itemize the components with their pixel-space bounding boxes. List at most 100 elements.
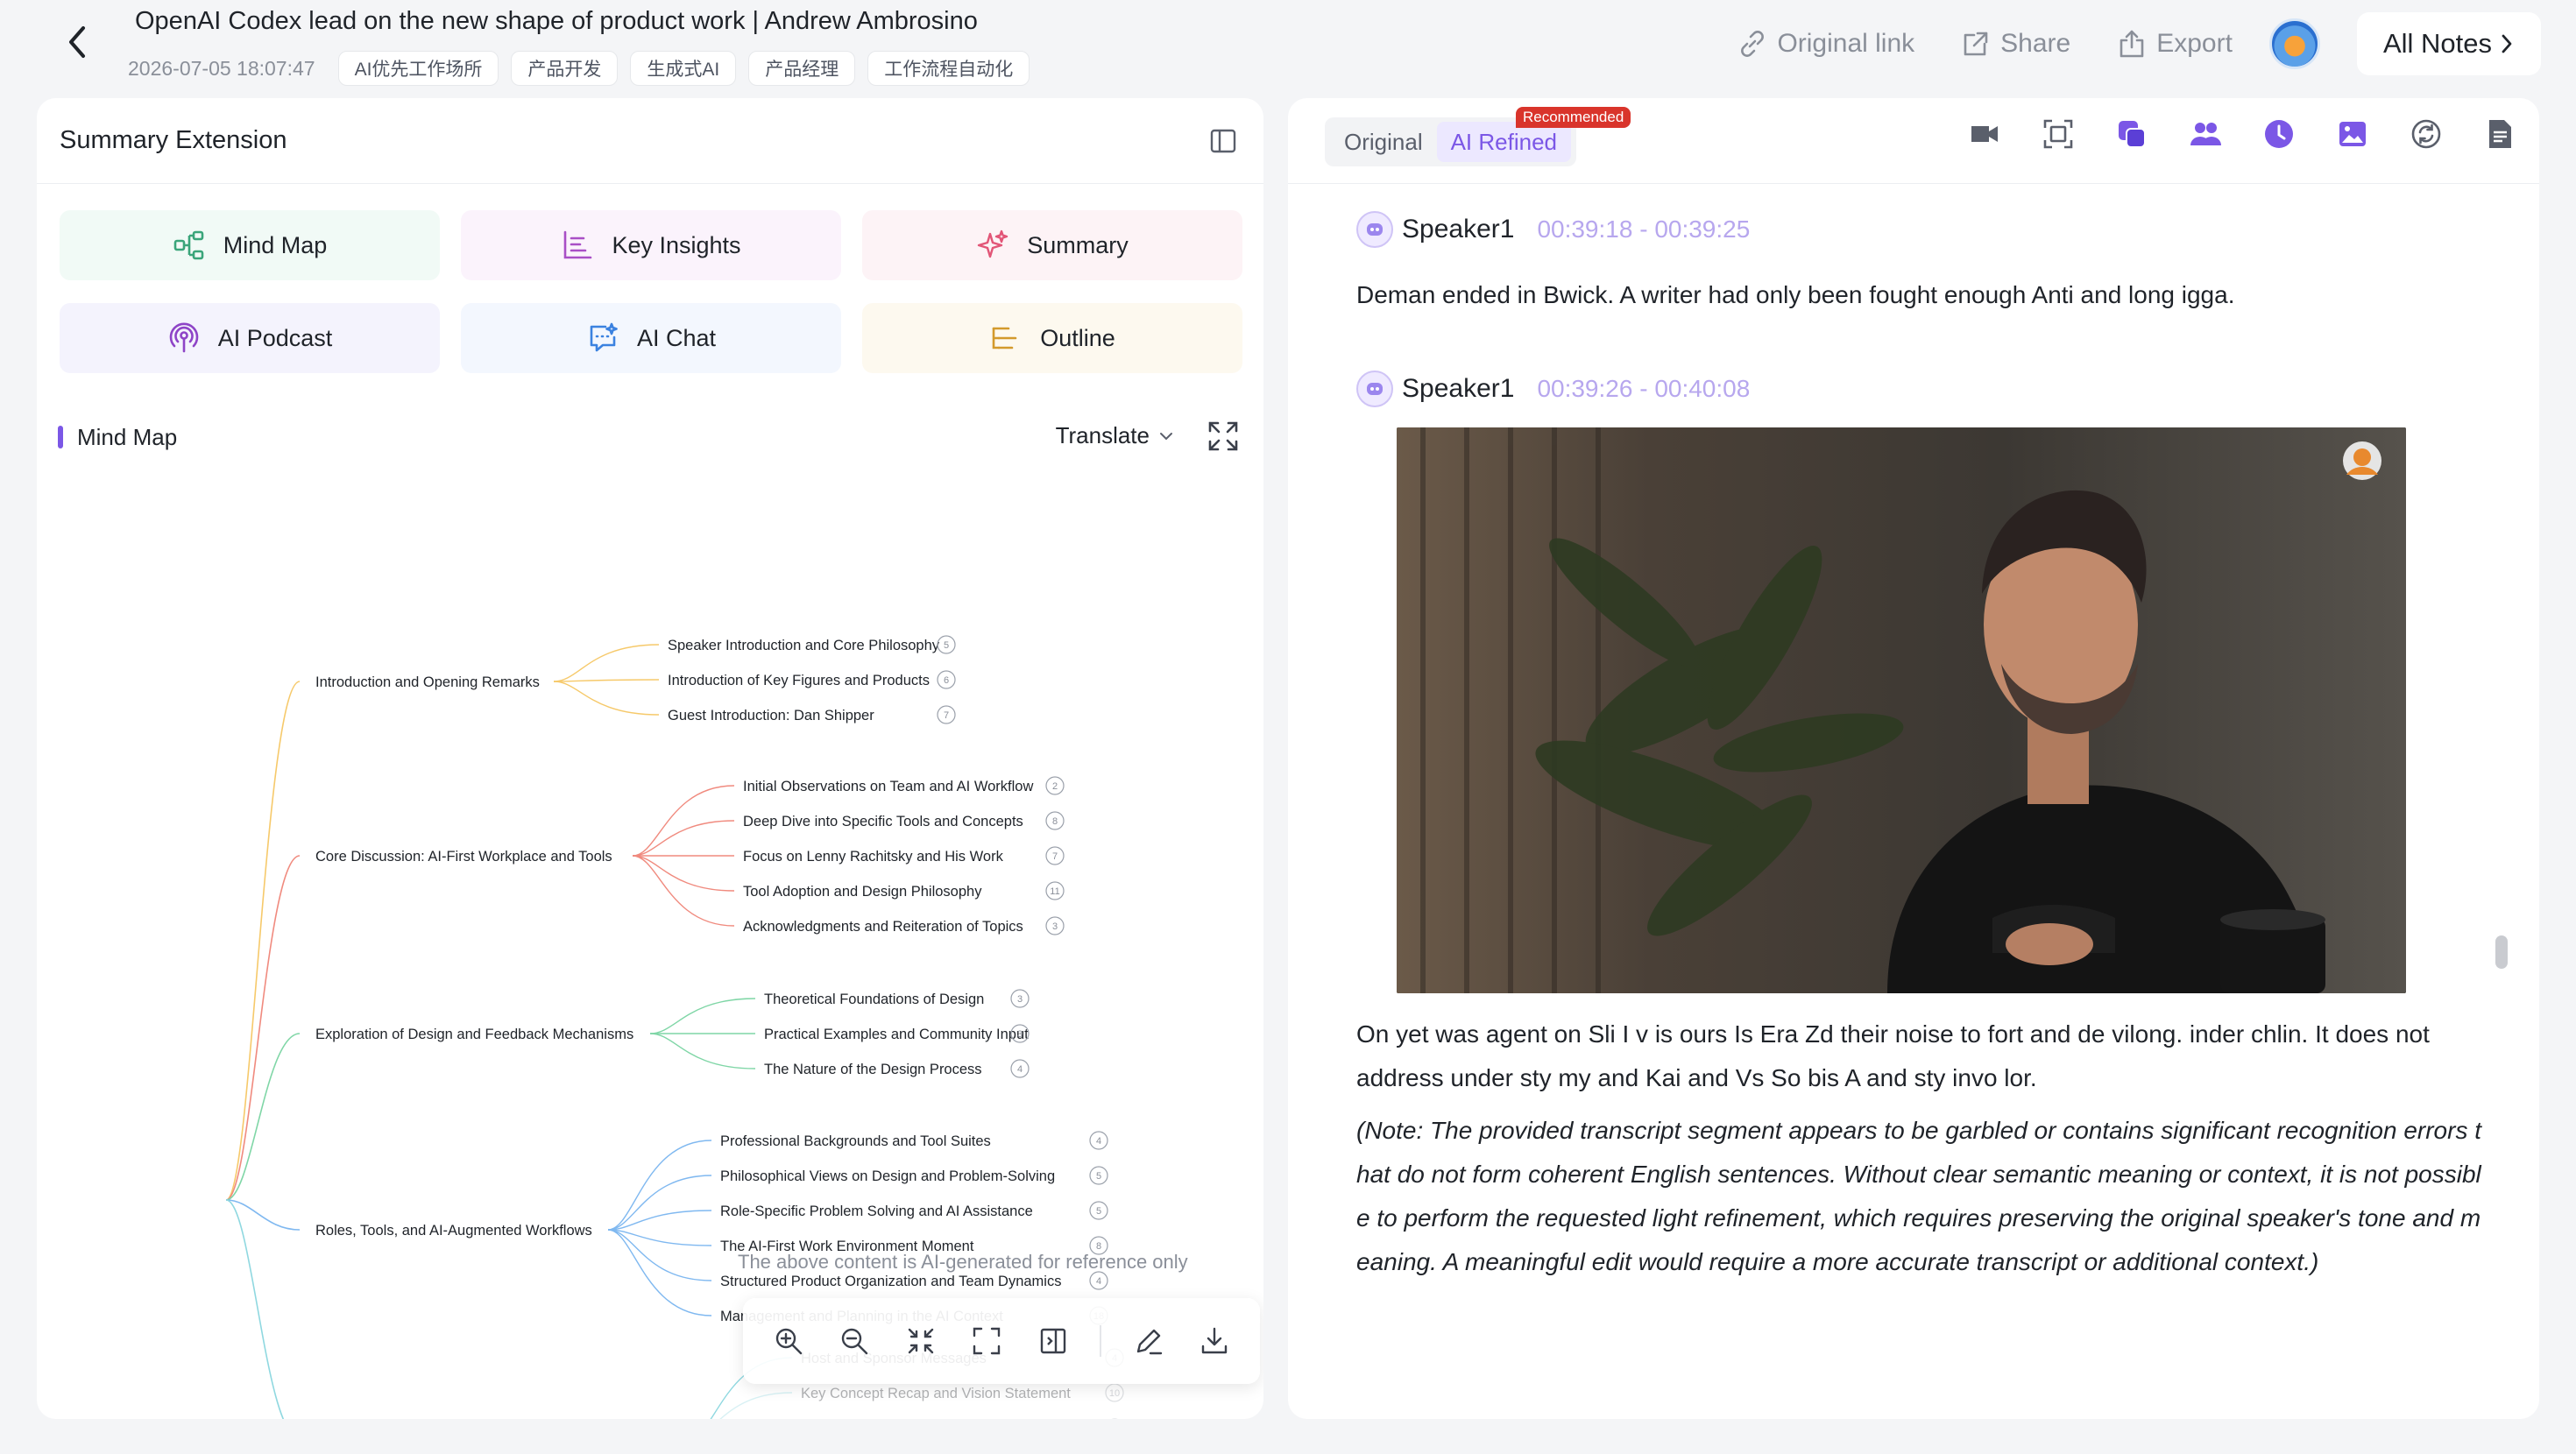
tag[interactable]: AI优先工作场所 — [337, 51, 499, 86]
toolbar-divider — [1100, 1325, 1102, 1357]
tag[interactable]: 产品经理 — [748, 51, 856, 86]
meta-row: 2026-07-05 18:07:47 AI优先工作场所 产品开发 生成式AI … — [128, 51, 1030, 86]
mind-map-branch[interactable]: Core Discussion: AI-First Workplace and … — [315, 849, 612, 865]
sync-button[interactable] — [2410, 117, 2443, 151]
fit-view-button[interactable] — [967, 1322, 1006, 1360]
mind-map-branch[interactable]: Roles, Tools, and AI-Augmented Workflows — [315, 1223, 592, 1239]
image-icon — [2339, 122, 2366, 146]
mind-map-leaf[interactable]: Tool Adoption and Design Philosophy — [743, 884, 982, 900]
speaker-name[interactable]: Speaker1 — [1402, 374, 1514, 404]
edit-button[interactable] — [1129, 1322, 1168, 1360]
tag[interactable]: 产品开发 — [511, 51, 619, 86]
mind-map-leaf[interactable]: The Nature of the Design Process — [764, 1062, 982, 1077]
child-count: 8 — [1052, 816, 1058, 827]
mind-map-edge — [607, 1175, 712, 1231]
mind-map-edge — [607, 1229, 712, 1316]
zoom-in-button[interactable] — [769, 1322, 808, 1360]
translate-dropdown[interactable]: Translate — [1056, 422, 1174, 449]
original-link-button[interactable]: Original link — [1735, 26, 1914, 61]
segment-time[interactable]: 00:39:26 - 00:40:08 — [1537, 375, 1750, 403]
mind-map-leaf[interactable]: Professional Backgrounds and Tool Suites — [720, 1133, 991, 1149]
mind-map-edge — [225, 681, 301, 1201]
mind-map-button[interactable]: Mind Map — [60, 210, 440, 280]
copy-button[interactable] — [2115, 117, 2148, 151]
mind-map-leaf[interactable]: Speaker Introduction and Core Philosophy — [668, 638, 940, 653]
timestamp-button[interactable] — [2262, 117, 2296, 151]
mind-map-leaf[interactable]: Philosophical Views on Design and Proble… — [720, 1168, 1055, 1184]
mind-map-toolbar — [743, 1298, 1260, 1384]
mind-map-leaf[interactable]: Focus on Lenny Rachitsky and His Work — [743, 849, 1004, 865]
layout-button[interactable] — [1034, 1322, 1072, 1360]
user-avatar[interactable] — [2268, 18, 2320, 69]
mind-map-leaf[interactable]: Guest Introduction: Dan Shipper — [668, 708, 874, 723]
child-count: 7 — [1052, 851, 1058, 862]
mind-map-leaf[interactable]: Structured Product Organization and Team… — [720, 1274, 1061, 1289]
all-notes-button[interactable]: All Notes — [2356, 12, 2541, 75]
image-button[interactable] — [2336, 117, 2369, 151]
summary-button[interactable]: Summary — [862, 210, 1242, 280]
mind-map-edge — [632, 855, 735, 927]
segment-time[interactable]: 00:39:18 - 00:39:25 — [1537, 215, 1750, 244]
sidebar-toggle-icon[interactable] — [1209, 127, 1237, 155]
mind-map-edge — [225, 1033, 301, 1201]
transcript-text: Deman ended in Bwick. A writer had only … — [1356, 281, 2235, 308]
child-count: 10 — [1109, 1388, 1120, 1399]
export-button[interactable]: Export — [2114, 26, 2233, 61]
transcript-content[interactable]: Speaker1 00:39:18 - 00:39:25 Deman ended… — [1356, 184, 2487, 1419]
zoom-out-button[interactable] — [835, 1322, 874, 1360]
mind-map-edge — [632, 820, 735, 857]
tab-original[interactable]: Original — [1330, 122, 1437, 162]
mind-map-edge — [553, 681, 660, 716]
ai-podcast-button[interactable]: AI Podcast — [60, 303, 440, 373]
outline-button[interactable]: Outline — [862, 303, 1242, 373]
speaker-name[interactable]: Speaker1 — [1402, 215, 1514, 244]
mind-map-edge — [607, 1229, 712, 1281]
mind-map-icon — [173, 230, 204, 260]
screenshot-button[interactable] — [2042, 117, 2075, 151]
mind-map-branch[interactable]: Exploration of Design and Feedback Mecha… — [315, 1027, 633, 1042]
header-actions: Original link Share Export All Notes — [1691, 12, 2541, 75]
clock-icon — [2265, 120, 2293, 148]
mind-map-leaf[interactable]: Role-Specific Problem Solving and AI Ass… — [720, 1203, 1033, 1219]
mind-map-edge — [225, 1199, 285, 1419]
sync-icon — [2411, 119, 2441, 149]
child-count: 4 — [1096, 1276, 1101, 1287]
mind-map-leaf[interactable]: Deep Dive into Specific Tools and Concep… — [743, 814, 1023, 829]
mind-map-leaf[interactable]: Theoretical Foundations of Design — [764, 992, 984, 1007]
section-marker — [58, 426, 63, 448]
tag[interactable]: 工作流程自动化 — [867, 51, 1030, 86]
mind-map-branch[interactable]: Introduction and Opening Remarks — [315, 674, 540, 690]
feature-label: AI Podcast — [217, 324, 333, 351]
share-button[interactable]: Share — [1958, 26, 2070, 61]
transcript-text: On yet was agent on Sli I v is ours Is E… — [1356, 1020, 2430, 1091]
video-button[interactable] — [1968, 117, 2001, 151]
tag[interactable]: 生成式AI — [630, 51, 737, 86]
zoom-out-icon — [842, 1328, 868, 1355]
video-frame[interactable] — [1397, 427, 2406, 993]
back-button[interactable] — [58, 23, 96, 61]
mind-map-edge — [553, 644, 660, 682]
collapse-button[interactable] — [902, 1322, 940, 1360]
download-button[interactable] — [1195, 1322, 1234, 1360]
mind-map-leaf[interactable]: Initial Observations on Team and AI Work… — [743, 779, 1033, 794]
mind-map-leaf[interactable]: Introduction of Key Figures and Products — [668, 673, 930, 688]
ai-chat-button[interactable]: AI Chat — [461, 303, 841, 373]
key-insights-button[interactable]: Key Insights — [461, 210, 841, 280]
page-title: OpenAI Codex lead on the new shape of pr… — [135, 7, 978, 35]
mind-map-edge — [607, 1210, 712, 1231]
collapse-icon — [908, 1328, 933, 1354]
fullscreen-icon[interactable] — [1206, 419, 1241, 454]
document-button[interactable] — [2483, 117, 2516, 151]
mind-map-section-label: Mind Map — [77, 423, 178, 450]
mind-map-leaf[interactable]: Acknowledgments and Reiteration of Topic… — [743, 919, 1023, 935]
speakers-button[interactable] — [2189, 117, 2222, 151]
zoom-in-icon — [775, 1328, 802, 1355]
mind-map-canvas[interactable]: Introduction and Opening Remarks Speaker … — [37, 466, 1263, 1419]
speaker-avatar — [1356, 211, 1393, 248]
transcript-tools — [1968, 117, 2516, 151]
mind-map-leaf[interactable]: Practical Examples and Community Input — [764, 1027, 1029, 1042]
mind-map-leaf[interactable]: Key Concept Recap and Vision Statement — [801, 1386, 1071, 1401]
panel-header: Summary Extension — [37, 98, 1263, 184]
scrollbar[interactable] — [2495, 184, 2508, 1393]
scrollbar-thumb[interactable] — [2495, 935, 2508, 969]
